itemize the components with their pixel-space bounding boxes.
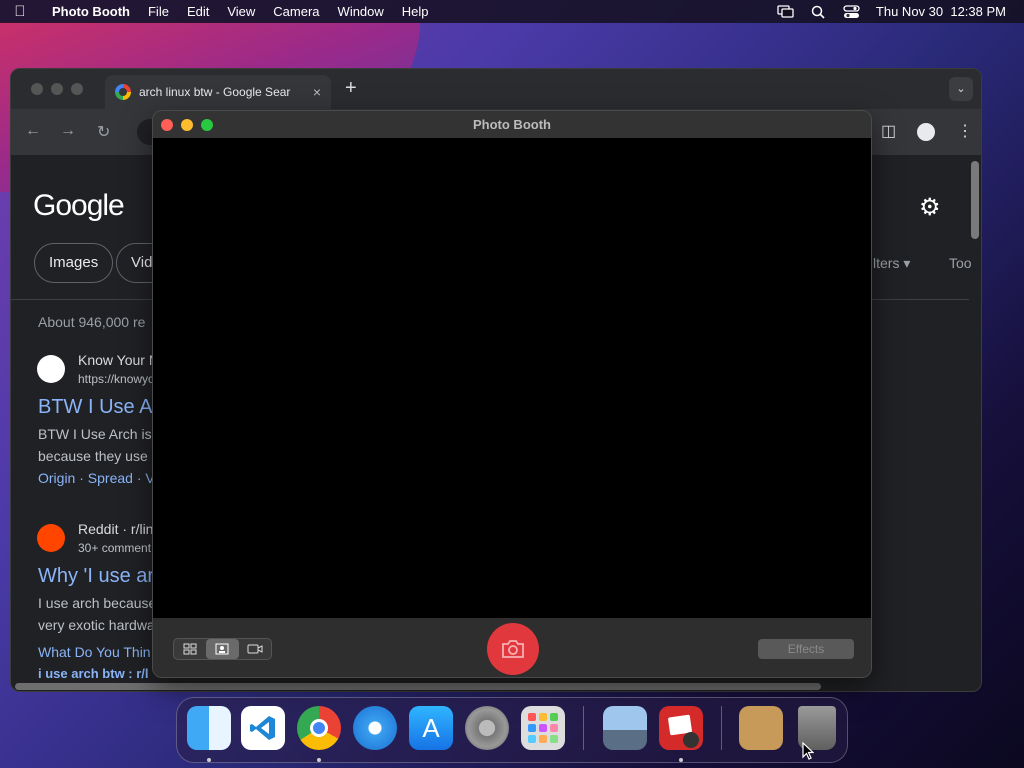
tab-close-icon[interactable]: × <box>313 84 321 100</box>
tab-google-search[interactable]: arch linux btw - Google Sear × <box>105 75 331 109</box>
spotlight-search-icon[interactable] <box>810 5 827 19</box>
user-folder-icon[interactable] <box>739 706 783 750</box>
video-mode-icon[interactable] <box>239 639 271 659</box>
result-site[interactable]: Know Your M <box>78 352 161 368</box>
menu-window[interactable]: Window <box>329 0 393 23</box>
finder-icon[interactable] <box>187 706 231 750</box>
screen-mirroring-icon[interactable] <box>777 4 794 19</box>
scrollbar-thumb[interactable] <box>971 161 979 239</box>
effects-button[interactable]: Effects <box>758 639 854 659</box>
capture-mode-selector <box>173 638 272 660</box>
reload-icon[interactable]: ↻ <box>97 122 110 142</box>
tools-button[interactable]: Too <box>949 255 972 271</box>
four-photo-mode-icon[interactable] <box>174 639 206 659</box>
vscode-icon[interactable] <box>241 706 285 750</box>
knowyourmeme-favicon-icon <box>37 355 65 383</box>
google-logo[interactable]: Google <box>33 189 125 223</box>
photo-booth-controls: Effects <box>153 618 871 677</box>
google-favicon-icon <box>115 84 131 100</box>
safari-icon[interactable] <box>353 706 397 750</box>
gear-icon[interactable]: ⚙ <box>919 193 941 222</box>
side-panel-icon[interactable]: ◫ <box>881 121 896 141</box>
close-button[interactable] <box>31 83 43 95</box>
menu-camera[interactable]: Camera <box>264 0 328 23</box>
menu-file[interactable]: File <box>139 0 178 23</box>
menu-edit[interactable]: Edit <box>178 0 218 23</box>
result-site[interactable]: Reddit · r/lin <box>78 521 153 537</box>
horizontal-scrollbar[interactable] <box>15 683 821 690</box>
take-photo-button[interactable] <box>487 623 539 675</box>
back-arrow-icon[interactable]: ← <box>25 122 41 140</box>
minimize-button[interactable] <box>51 83 63 95</box>
dock-separator <box>583 706 584 750</box>
apple-menu-icon[interactable]:  <box>0 3 40 20</box>
tab-search-chevron-icon[interactable]: ⌄ <box>949 77 973 101</box>
profile-avatar-icon[interactable] <box>917 123 935 141</box>
result-url[interactable]: https://knowyo <box>78 372 155 386</box>
result-stats: About 946,000 re <box>38 314 146 330</box>
photo-booth-icon[interactable] <box>659 706 703 750</box>
forward-arrow-icon[interactable]: → <box>60 122 76 140</box>
vertical-scrollbar[interactable] <box>971 155 979 679</box>
all-filters-button[interactable]: lters ▾ <box>873 255 910 272</box>
menu-help[interactable]: Help <box>393 0 438 23</box>
dock-separator <box>721 706 722 750</box>
menu-app-name[interactable]: Photo Booth <box>40 0 139 23</box>
tab-strip: arch linux btw - Google Sear × + ⌄ <box>11 69 981 109</box>
result-snippet: I use arch because <box>38 595 157 611</box>
minimize-button[interactable] <box>181 119 193 131</box>
close-button[interactable] <box>161 119 173 131</box>
zoom-button[interactable] <box>71 83 83 95</box>
result-title[interactable]: BTW I Use A <box>38 396 152 419</box>
launchpad-icon[interactable] <box>521 706 565 750</box>
running-indicator <box>207 758 211 762</box>
new-tab-button[interactable]: + <box>345 77 357 100</box>
system-settings-icon[interactable] <box>465 706 509 750</box>
window-title: Photo Booth <box>473 117 551 132</box>
mouse-cursor-icon <box>802 742 814 760</box>
filter-images-pill[interactable]: Images <box>34 243 114 283</box>
photo-booth-window-controls <box>161 119 213 131</box>
camera-icon <box>502 640 524 658</box>
result-sitelinks[interactable]: Origin · Spread · V <box>38 470 155 486</box>
zoom-button[interactable] <box>201 119 213 131</box>
photo-booth-window: Photo Booth Effects <box>152 110 872 678</box>
result-snippet: very exotic hardwa <box>38 617 155 633</box>
photo-booth-titlebar: Photo Booth <box>153 111 871 138</box>
camera-preview <box>153 138 871 618</box>
result-sitelinks[interactable]: What Do You Thin <box>38 644 151 660</box>
chrome-icon[interactable] <box>297 706 341 750</box>
result-snippet: BTW I Use Arch is <box>38 426 152 442</box>
single-photo-mode-icon[interactable] <box>206 639 239 659</box>
dock: A <box>176 697 848 763</box>
result-title[interactable]: Why 'I use ar <box>38 565 154 588</box>
menu-view[interactable]: View <box>218 0 264 23</box>
result-snippet: because they use <box>38 448 148 464</box>
result-url[interactable]: 30+ comment <box>78 541 151 555</box>
menu-clock[interactable]: Thu Nov 30 12:38 PM <box>876 4 1006 19</box>
reddit-favicon-icon <box>37 524 65 552</box>
result-sitelinks[interactable]: i use arch btw : r/l <box>38 666 149 681</box>
tab-title: arch linux btw - Google Sear <box>139 85 291 99</box>
app-store-icon[interactable]: A <box>409 706 453 750</box>
running-indicator <box>317 758 321 762</box>
chrome-window-controls <box>31 83 83 95</box>
menu-bar:  Photo Booth File Edit View Camera Wind… <box>0 0 1024 23</box>
preview-icon[interactable] <box>603 706 647 750</box>
control-center-icon[interactable] <box>843 4 860 19</box>
more-menu-icon[interactable]: ⋮ <box>957 121 973 141</box>
running-indicator <box>679 758 683 762</box>
